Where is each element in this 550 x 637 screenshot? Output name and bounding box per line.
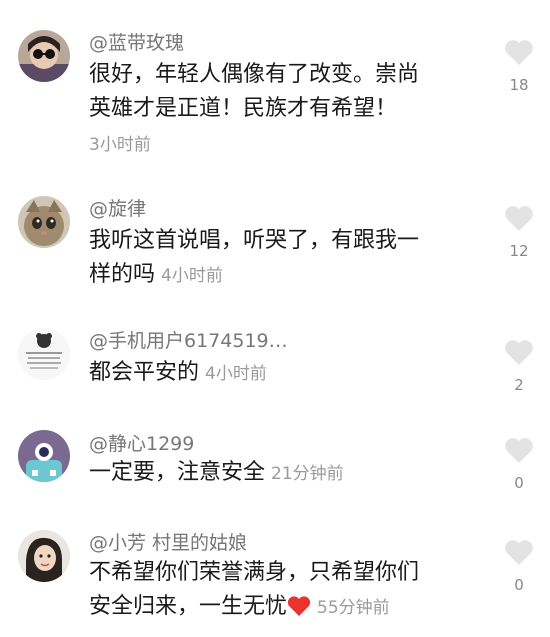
comment-text-line: 一定要，注意安全 (89, 460, 266, 485)
comment-timestamp: 3小时前 (89, 135, 151, 155)
like-button[interactable]: 0 (503, 436, 535, 492)
like-count: 12 (509, 242, 529, 260)
heart-icon[interactable] (504, 204, 534, 232)
comment-text: 很好，年轻人偶像有了改变。崇尚 (89, 62, 420, 87)
comment-text-line: 安全归来，一生无忧 (89, 594, 288, 619)
like-button[interactable]: 2 (503, 338, 535, 394)
like-button[interactable]: 18 (503, 38, 535, 94)
avatar[interactable] (18, 328, 70, 380)
comment-text: 都会平安的 4小时前 (89, 356, 267, 391)
avatar[interactable] (18, 196, 70, 248)
comment-timestamp: 55分钟前 (317, 598, 390, 618)
comment-username[interactable]: @旋律 (89, 194, 146, 221)
heart-icon[interactable] (504, 338, 534, 366)
comment-text: 英雄才是正道！民族才有希望！ (89, 96, 398, 121)
comment-text: 安全归来，一生无忧 55分钟前 (89, 590, 390, 625)
comment-username[interactable]: @蓝带玫瑰 (89, 28, 184, 55)
comment-username[interactable]: @手机用户6174519… (89, 326, 288, 353)
heart-icon[interactable] (504, 538, 534, 566)
like-count: 0 (514, 576, 524, 594)
like-button[interactable]: 0 (503, 538, 535, 594)
comment-timestamp: 4小时前 (205, 364, 267, 384)
like-count: 18 (509, 76, 529, 94)
comment-text-line: 都会平安的 (89, 360, 200, 385)
comment-text: 不希望你们荣誉满身，只希望你们 (89, 560, 420, 585)
comment-text: 我听这首说唱，听哭了，有跟我一 (89, 228, 420, 253)
comment-username[interactable]: @静心1299 (89, 429, 194, 456)
avatar[interactable] (18, 30, 70, 82)
like-count: 0 (514, 474, 524, 492)
comment-timestamp: 21分钟前 (271, 464, 344, 484)
like-count: 2 (514, 376, 524, 394)
avatar[interactable] (18, 530, 70, 582)
comment-text: 一定要，注意安全 21分钟前 (89, 456, 344, 491)
comment-username[interactable]: @小芳 村里的姑娘 (89, 528, 247, 555)
red-heart-emoji (287, 596, 311, 616)
comment-timestamp: 4小时前 (161, 266, 223, 286)
comment-text: 样的吗 4小时前 (89, 258, 223, 293)
comment-text-line: 样的吗 (89, 262, 156, 287)
heart-icon[interactable] (504, 436, 534, 464)
like-button[interactable]: 12 (503, 204, 535, 260)
heart-icon[interactable] (504, 38, 534, 66)
avatar[interactable] (18, 430, 70, 482)
